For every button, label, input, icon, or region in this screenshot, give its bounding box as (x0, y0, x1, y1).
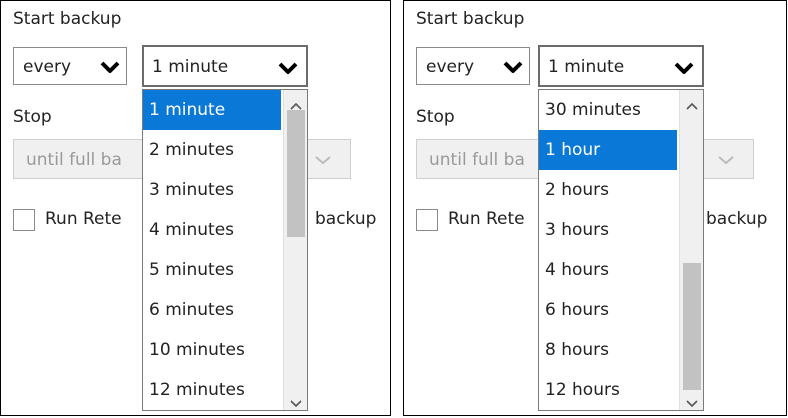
frequency-select[interactable]: 1 minute (142, 45, 308, 87)
frequency-select-value: 1 minute (152, 57, 229, 77)
run-retention-label: Run Rete (448, 209, 525, 229)
every-select-value: every (23, 57, 72, 77)
dropdown-option[interactable]: 3 hours (539, 210, 677, 250)
dropdown-option[interactable]: 1 hour (539, 130, 677, 170)
chevron-down-icon (503, 60, 523, 74)
dropdown-option[interactable]: 1 minute (143, 90, 281, 130)
run-retention-label-tail: backup (706, 209, 768, 229)
frequency-dropdown-list[interactable]: 1 minute 2 minutes 3 minutes 4 minutes 5… (142, 89, 308, 411)
schedule-panel-right: Start backup every 1 minute Stop until f… (403, 0, 787, 416)
dropdown-scrollbar[interactable] (283, 90, 307, 410)
dropdown-option[interactable]: 6 hours (539, 290, 677, 330)
dropdown-option[interactable]: 6 minutes (143, 290, 281, 330)
every-select[interactable]: every (13, 47, 127, 85)
dropdown-scrollbar[interactable] (679, 90, 703, 410)
scrollbar-thumb[interactable] (683, 263, 701, 390)
chevron-down-icon (717, 155, 737, 169)
scroll-up-arrow-icon[interactable] (685, 96, 699, 110)
dropdown-option[interactable]: 4 hours (539, 250, 677, 290)
dropdown-option[interactable]: 12 minutes (143, 370, 281, 410)
frequency-select[interactable]: 1 minute (538, 45, 704, 87)
run-retention-checkbox[interactable] (13, 209, 35, 231)
start-backup-label: Start backup (13, 9, 122, 29)
schedule-panel-left: Start backup every 1 minute Stop until f… (0, 0, 391, 416)
scroll-down-arrow-icon[interactable] (289, 394, 303, 408)
dropdown-option[interactable]: 2 minutes (143, 130, 281, 170)
dropdown-option[interactable]: 8 hours (539, 330, 677, 370)
chevron-down-icon (278, 61, 298, 75)
dropdown-option[interactable]: 4 minutes (143, 210, 281, 250)
frequency-select-value: 1 minute (548, 57, 625, 77)
scroll-down-arrow-icon[interactable] (685, 394, 699, 408)
chevron-down-icon (674, 61, 694, 75)
chevron-down-icon (314, 155, 334, 169)
chevron-down-icon (100, 60, 120, 74)
stop-label: Stop (416, 107, 455, 127)
dropdown-option[interactable]: 3 minutes (143, 170, 281, 210)
dropdown-option[interactable]: 30 minutes (539, 90, 677, 130)
run-retention-checkbox[interactable] (416, 209, 438, 231)
dropdown-option[interactable]: 12 hours (539, 370, 677, 410)
every-select[interactable]: every (416, 47, 530, 85)
dropdown-option[interactable]: 5 minutes (143, 250, 281, 290)
run-retention-label: Run Rete (45, 209, 122, 229)
frequency-dropdown-list[interactable]: 30 minutes 1 hour 2 hours 3 hours 4 hour… (538, 89, 704, 411)
every-select-value: every (426, 57, 475, 77)
scroll-up-arrow-icon[interactable] (289, 96, 303, 110)
stop-label: Stop (13, 107, 52, 127)
dropdown-option[interactable]: 10 minutes (143, 330, 281, 370)
start-backup-label: Start backup (416, 9, 525, 29)
stop-select-value: until full ba (26, 150, 122, 170)
run-retention-label-tail: backup (315, 209, 377, 229)
stop-select-value: until full ba (429, 150, 525, 170)
dropdown-option[interactable]: 2 hours (539, 170, 677, 210)
scrollbar-thumb[interactable] (287, 110, 305, 237)
